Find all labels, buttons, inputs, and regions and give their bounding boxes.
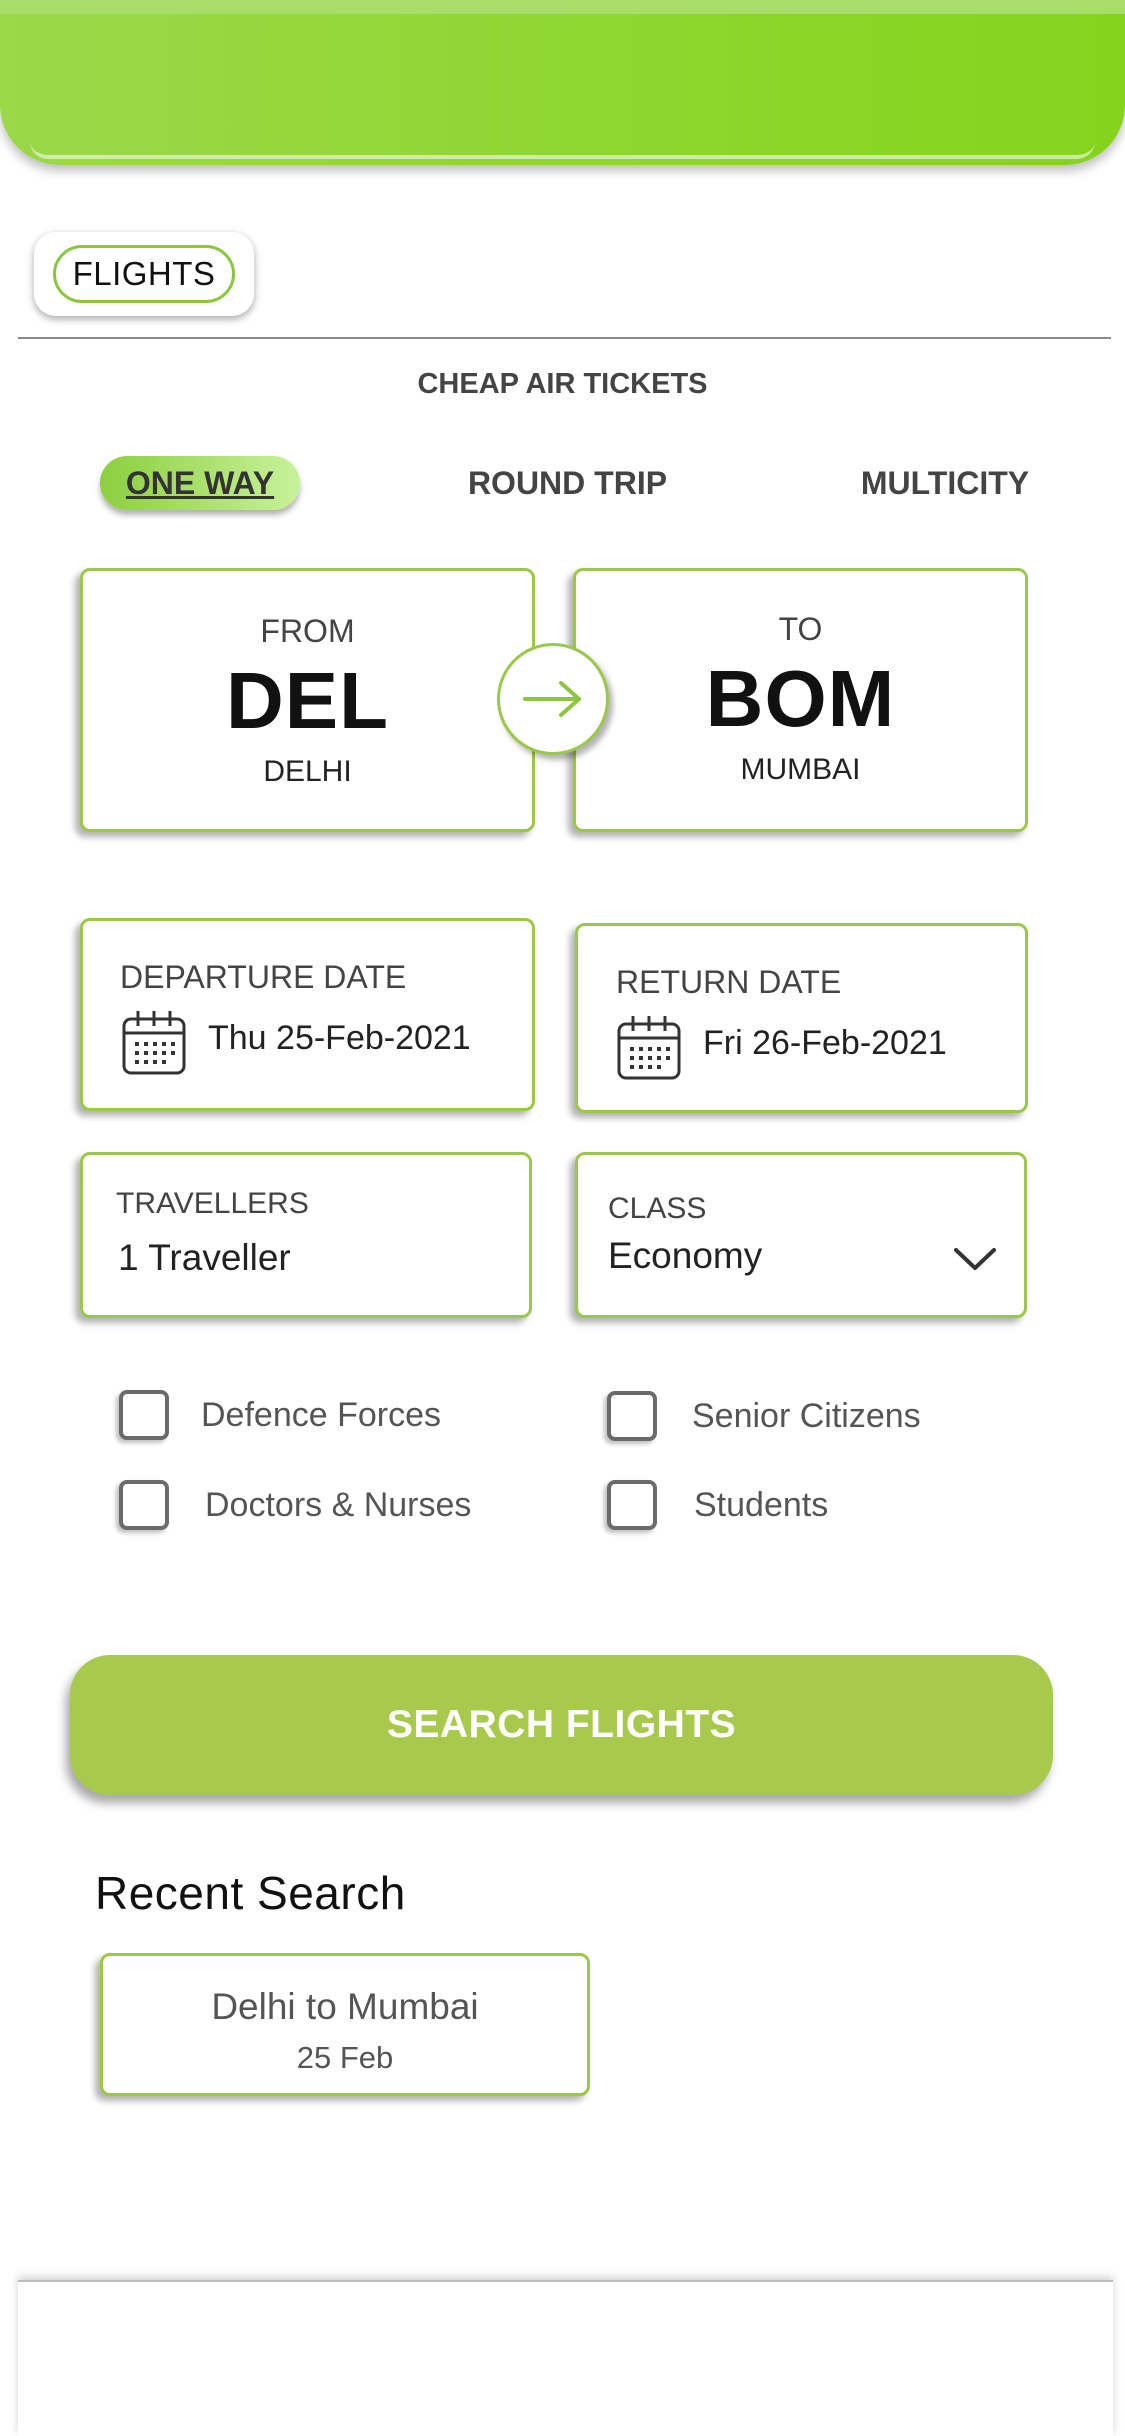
departure-date-label: DEPARTURE DATE [120, 959, 407, 995]
header-band [0, 0, 1125, 165]
flights-tab[interactable]: FLIGHTS [34, 232, 254, 316]
flights-tab-label: FLIGHTS [53, 245, 235, 303]
checkbox[interactable] [119, 1480, 169, 1530]
tab-round-trip[interactable]: ROUND TRIP [460, 456, 675, 510]
travellers-card[interactable]: TRAVELLERS 1 Traveller [80, 1152, 532, 1318]
checkbox-label: Senior Citizens [692, 1396, 921, 1435]
checkbox[interactable] [119, 1390, 169, 1440]
from-city: DELHI [263, 755, 352, 788]
checkbox-label: Defence Forces [201, 1395, 441, 1434]
tab-one-way[interactable]: ONE WAY [100, 456, 300, 510]
departure-date-card[interactable]: DEPARTURE DATE Thu 25-Feb-2021 [80, 918, 535, 1111]
to-city: MUMBAI [740, 753, 861, 786]
swap-cities-button[interactable] [497, 643, 609, 755]
fare-option-senior-citizens[interactable]: Senior Citizens [607, 1391, 921, 1441]
checkbox[interactable] [607, 1480, 657, 1530]
to-code: BOM [705, 654, 896, 743]
checkbox-label: Students [694, 1485, 829, 1524]
return-date-value: Fri 26-Feb-2021 [703, 1024, 947, 1062]
travellers-value: 1 Traveller [118, 1237, 291, 1278]
class-value: Economy [608, 1235, 763, 1276]
from-label: FROM [260, 613, 355, 649]
divider [18, 337, 1111, 339]
chevron-down-icon [954, 1248, 996, 1270]
checkbox-label: Doctors & Nurses [205, 1485, 472, 1524]
page-subtitle: CHEAP AIR TICKETS [417, 368, 708, 400]
recent-search-date: 25 Feb [296, 2040, 394, 2075]
arrow-right-icon [523, 681, 581, 717]
return-date-label: RETURN DATE [616, 964, 842, 1000]
search-flights-button[interactable]: SEARCH FLIGHTS [70, 1655, 1053, 1795]
from-city-card[interactable]: FROM DEL DELHI [80, 568, 535, 832]
to-label: TO [778, 611, 823, 647]
class-select[interactable]: CLASS Economy [575, 1152, 1027, 1318]
to-city-card[interactable]: TO BOM MUMBAI [573, 568, 1028, 832]
bottom-navigation-bar [18, 2280, 1113, 2436]
tab-multicity[interactable]: MULTICITY [855, 456, 1035, 510]
return-date-card[interactable]: RETURN DATE Fri 26-Feb-2021 [575, 923, 1028, 1113]
calendar-icon [617, 1016, 681, 1080]
calendar-icon [122, 1011, 186, 1075]
fare-option-doctors-nurses[interactable]: Doctors & Nurses [119, 1480, 471, 1530]
fare-option-students[interactable]: Students [607, 1480, 828, 1530]
travellers-label: TRAVELLERS [116, 1187, 309, 1220]
fare-option-defence-forces[interactable]: Defence Forces [119, 1390, 441, 1440]
departure-date-value: Thu 25-Feb-2021 [208, 1019, 471, 1057]
from-code: DEL [226, 656, 389, 745]
checkbox[interactable] [607, 1391, 657, 1441]
recent-search-item[interactable]: Delhi to Mumbai 25 Feb [100, 1953, 590, 2096]
recent-search-title: Recent Search [95, 1867, 406, 1919]
class-label: CLASS [608, 1192, 707, 1225]
recent-search-route: Delhi to Mumbai [211, 1986, 479, 2027]
